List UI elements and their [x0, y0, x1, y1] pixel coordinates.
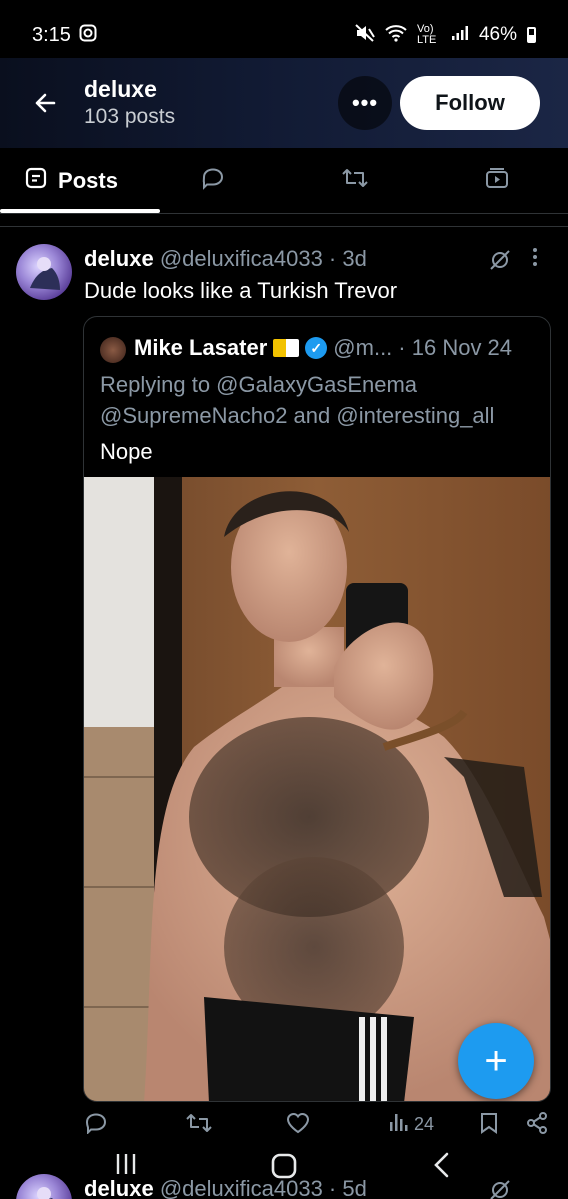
avatar[interactable] [16, 244, 72, 300]
replying-line-1: Replying to @GalaxyGasEnema [100, 372, 418, 397]
instagram-icon [79, 24, 97, 47]
compose-fab-button[interactable]: + [458, 1023, 534, 1099]
quote-author: Mike Lasater [134, 335, 268, 360]
quote-date: · 16 Nov 24 [398, 335, 513, 360]
like-action[interactable] [286, 1112, 310, 1139]
quote-replying-to: Replying to @GalaxyGasEnema @SupremeNach… [100, 369, 494, 431]
signal-icon [451, 25, 469, 46]
retweet-action[interactable] [186, 1112, 212, 1139]
views-count: 24 [414, 1114, 435, 1134]
profile-tabs: Posts [0, 148, 568, 214]
heart-icon [286, 1112, 310, 1139]
vatican-flag-icon [273, 339, 300, 357]
profile-title: deluxe 103 posts [84, 75, 175, 131]
tab-posts-label: Posts [58, 167, 118, 193]
views-icon [388, 1112, 408, 1137]
back-arrow-icon[interactable] [20, 78, 70, 128]
tab-retweets[interactable] [284, 148, 426, 213]
quote-handle: @m... [333, 335, 393, 360]
media-icon [484, 166, 510, 195]
tab-posts[interactable]: Posts [0, 148, 160, 213]
reply-icon [84, 1112, 108, 1139]
post-photo[interactable] [84, 477, 550, 1101]
post-actions: 24 [0, 1112, 568, 1148]
views-action[interactable]: 24 [388, 1112, 434, 1137]
quoted-post[interactable]: Mike Lasater ✓ @m... · 16 Nov 24 Replyin… [83, 316, 551, 1102]
quote-header: Mike Lasater ✓ @m... · 16 Nov 24 [134, 335, 512, 361]
back-nav-icon[interactable] [432, 1152, 452, 1185]
wifi-icon [385, 24, 407, 47]
post-author[interactable]: deluxe [84, 246, 154, 271]
tab-media[interactable] [426, 148, 568, 213]
profile-header: deluxe 103 posts ••• Follow [0, 58, 568, 148]
verified-badge-icon: ✓ [305, 337, 328, 359]
post-text: Dude looks like a Turkish Trevor [84, 278, 398, 303]
follow-button[interactable]: Follow [400, 76, 540, 130]
share-icon [526, 1112, 548, 1139]
grok-icon[interactable] [488, 248, 512, 278]
profile-name: deluxe [84, 76, 157, 102]
replies-icon [200, 166, 226, 195]
post-menu-icon[interactable] [532, 246, 538, 274]
post-count: 103 posts [84, 105, 176, 128]
replying-line-2: @SupremeNacho2 and @interesting_all [100, 403, 495, 428]
recent-apps-icon[interactable] [114, 1152, 138, 1183]
share-action[interactable] [526, 1112, 548, 1139]
mute-icon [355, 23, 375, 47]
status-time: 3:15 [32, 23, 71, 46]
retweet-icon [341, 166, 369, 195]
home-icon[interactable] [270, 1152, 298, 1187]
reply-action[interactable] [84, 1112, 108, 1139]
quote-text: Nope [100, 439, 153, 464]
posts-icon [24, 166, 48, 196]
post-header: deluxe @deluxifica4033 · 3d [84, 246, 367, 272]
tab-replies[interactable] [142, 148, 284, 213]
divider [0, 226, 568, 227]
more-options-button[interactable]: ••• [338, 76, 392, 130]
retweet-action-icon [186, 1112, 212, 1139]
bookmark-action[interactable] [480, 1112, 498, 1139]
quote-avatar [100, 337, 126, 363]
lte-label: Vo) LTE [416, 23, 437, 46]
post-handle: @deluxifica4033 · 3d [159, 246, 367, 271]
system-nav-bar [0, 1148, 568, 1188]
battery-icon [527, 27, 536, 43]
battery-percent: 46% [478, 24, 517, 45]
bookmark-icon [480, 1112, 498, 1139]
